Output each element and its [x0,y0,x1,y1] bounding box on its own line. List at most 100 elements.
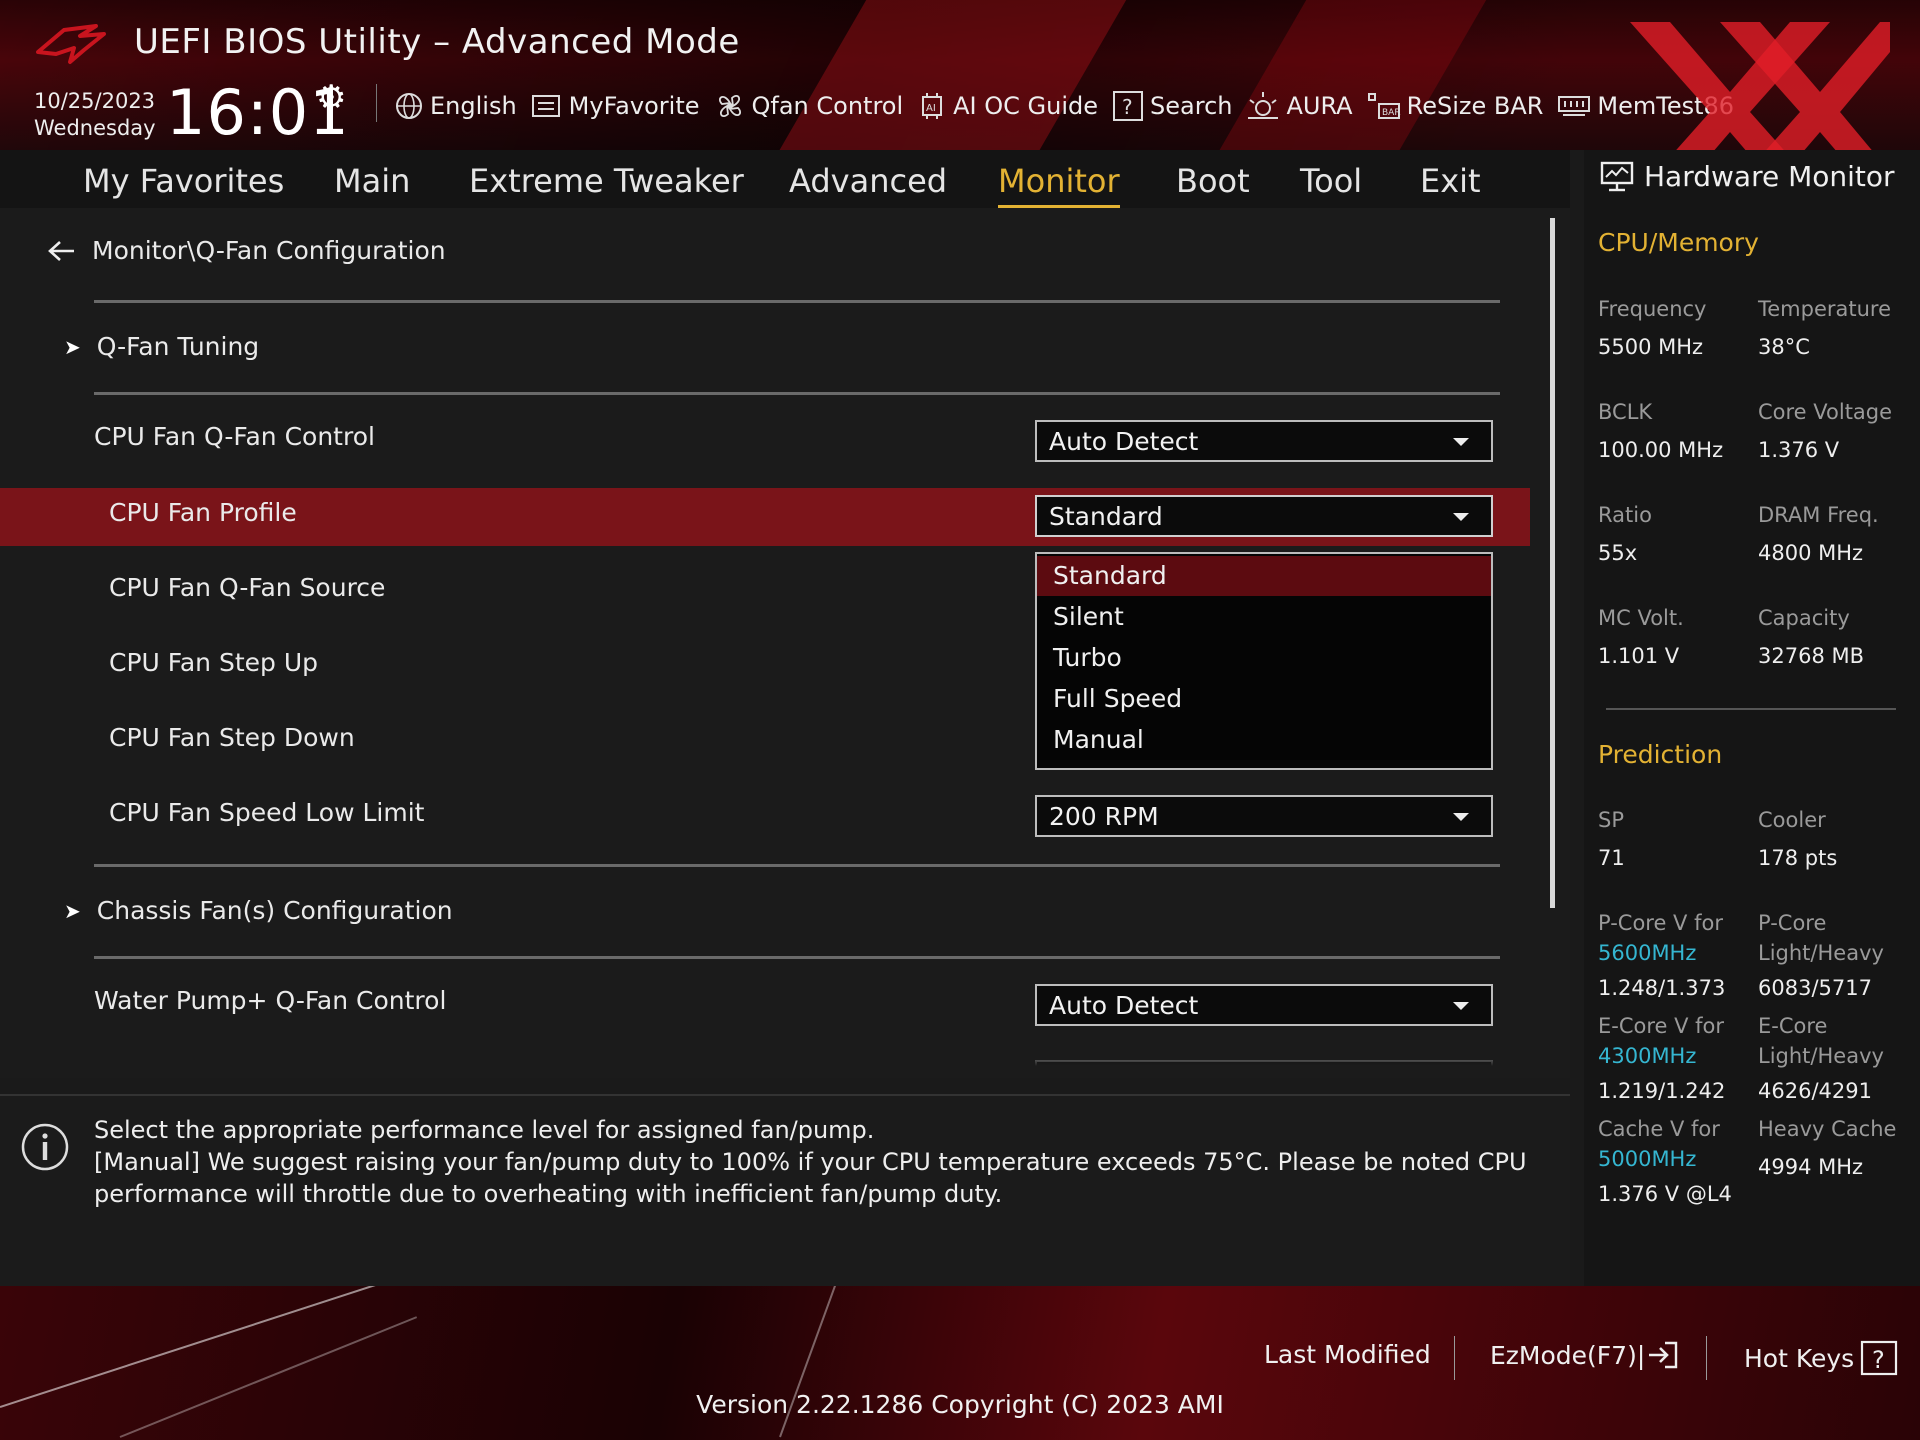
temperature-value: 38°C [1758,335,1810,359]
breadcrumb[interactable]: Monitor\Q-Fan Configuration [46,236,446,265]
help-search-icon: ? [1113,91,1144,121]
myfavorite-label: MyFavorite [568,92,700,120]
hw-divider [1606,708,1896,710]
svg-text:AI: AI [926,103,936,114]
language-label: English [430,92,517,120]
tab-main[interactable]: Main [334,162,410,200]
cpu-fan-speed-low-limit-select[interactable]: 200 RPM [1035,795,1493,837]
globe-icon [396,93,422,119]
core-voltage-value: 1.376 V [1758,438,1840,462]
profile-option-full-speed[interactable]: Full Speed [1037,679,1491,719]
dram-freq-value: 4800 MHz [1758,541,1864,565]
profile-option-standard[interactable]: Standard [1037,556,1491,596]
ecore-v-value: 1.219/1.242 [1598,1079,1726,1103]
cpu-fan-profile-select[interactable]: Standard [1035,495,1493,537]
main-tabs: My Favorites Main Extreme Tweaker Advanc… [0,150,1570,209]
footer-divider [1454,1336,1455,1380]
back-arrow-icon[interactable] [46,239,76,263]
tab-extreme-tweaker[interactable]: Extreme Tweaker [469,162,744,200]
cooler-value: 178 pts [1758,846,1838,870]
chassis-fans-label: Chassis Fan(s) Configuration [96,896,453,925]
app-title: UEFI BIOS Utility – Advanced Mode [134,22,740,62]
frequency-value: 5500 MHz [1598,335,1704,359]
frequency-label: Frequency [1598,297,1707,321]
bclk-value: 100.00 MHz [1598,438,1724,462]
ratio-label: Ratio [1598,503,1652,527]
svg-text:?: ? [1122,95,1133,119]
sp-value: 71 [1598,846,1625,870]
aura-icon [1248,92,1279,119]
svg-text:?: ? [1872,1346,1885,1374]
profile-option-turbo[interactable]: Turbo [1037,638,1491,678]
mc-volt-label: MC Volt. [1598,606,1684,630]
bottom-bar: Last Modified EzMode(F7)| Hot Keys ? Ver… [0,1286,1920,1440]
settings-panel: Monitor\Q-Fan Configuration ➤ Q-Fan Tuni… [0,208,1570,1078]
ai-oc-guide-label: AI OC Guide [953,92,1099,120]
profile-option-manual[interactable]: Manual [1037,720,1491,760]
cpu-fan-speed-low-limit-label: CPU Fan Speed Low Limit [109,798,425,827]
tab-exit[interactable]: Exit [1420,162,1481,200]
pcore-v-freq: 5600MHz [1598,941,1697,965]
cache-v-freq: 5000MHz [1598,1147,1697,1171]
tab-monitor[interactable]: Monitor [998,162,1120,208]
exit-arrow-icon [1649,1341,1678,1369]
search-button[interactable]: ? Search [1112,90,1232,122]
last-modified-button[interactable]: Last Modified [1264,1340,1431,1369]
list-fade [0,1048,1530,1078]
language-button[interactable]: English [394,91,517,121]
bclk-label: BCLK [1598,400,1653,424]
cpu-fan-qfan-source-label[interactable]: CPU Fan Q-Fan Source [109,573,385,602]
profile-option-silent[interactable]: Silent [1037,597,1491,637]
ratio-value: 55x [1598,541,1638,565]
svg-text:BAR: BAR [1382,108,1401,118]
myfavorite-button[interactable]: MyFavorite [531,92,700,120]
pcore-v-label: P-Core V for [1598,911,1723,935]
help-icon: ? [1861,1340,1898,1376]
date-display: 10/25/2023 Wednesday [34,88,156,142]
help-line-2: [Manual] We suggest raising your fan/pum… [94,1148,1527,1208]
ecore-lh-label-1: E-Core [1758,1014,1828,1038]
cpu-fan-step-down-label[interactable]: CPU Fan Step Down [109,723,355,752]
tab-advanced[interactable]: Advanced [789,162,947,200]
hardware-monitor-panel: Hardware Monitor CPU/Memory Frequency 55… [1584,150,1920,1286]
footer-divider [1706,1336,1707,1380]
pcore-lh-label-2: Light/Heavy [1758,941,1884,965]
ai-oc-guide-button[interactable]: AI AI OC Guide [917,91,1098,121]
ezmode-button[interactable]: EzMode(F7)| [1490,1340,1679,1370]
resize-bar-icon: BAR [1367,93,1401,119]
temperature-label: Temperature [1758,297,1892,321]
scrollbar[interactable] [1550,218,1555,908]
clock-settings-icon[interactable]: ⚙ [316,78,346,118]
cpu-memory-heading: CPU/Memory [1598,228,1759,257]
capacity-label: Capacity [1758,606,1850,630]
qfan-tuning-item[interactable]: ➤ Q-Fan Tuning [64,332,259,361]
cpu-fan-speed-low-limit-value: 200 RPM [1049,801,1159,831]
resize-bar-button[interactable]: BAR ReSize BAR [1367,90,1544,122]
chevron-down-icon [1453,513,1469,521]
ecore-lh-label-2: Light/Heavy [1758,1044,1884,1068]
qfan-control-button[interactable]: Qfan Control [714,90,903,122]
fan-icon [718,95,741,117]
aura-button[interactable]: AURA [1246,90,1353,122]
help-text: Select the appropriate performance level… [94,1114,1554,1210]
date-value: 10/25/2023 [34,89,156,113]
water-pump-qfan-control-select[interactable]: Auto Detect [1035,984,1493,1026]
favorite-icon [531,95,560,117]
tab-tool[interactable]: Tool [1300,162,1362,200]
breadcrumb-label: Monitor\Q-Fan Configuration [92,236,446,265]
mc-volt-value: 1.101 V [1598,644,1680,668]
section-divider [94,300,1500,303]
chassis-fans-item[interactable]: ➤ Chassis Fan(s) Configuration [64,896,453,925]
weekday-value: Wednesday [34,116,156,140]
chevron-down-icon [1453,438,1469,446]
header-decoration [1202,0,1498,150]
resize-bar-label: ReSize BAR [1406,92,1544,120]
hardware-monitor-header: Hardware Monitor [1600,160,1895,193]
cooler-label: Cooler [1758,808,1826,832]
hot-keys-label: Hot Keys [1744,1343,1855,1373]
tab-boot[interactable]: Boot [1176,162,1250,200]
cpu-fan-step-up-label[interactable]: CPU Fan Step Up [109,648,318,677]
tab-my-favorites[interactable]: My Favorites [83,162,284,200]
hot-keys-button[interactable]: Hot Keys ? [1744,1340,1898,1376]
cpu-fan-qfan-control-select[interactable]: Auto Detect [1035,420,1493,462]
